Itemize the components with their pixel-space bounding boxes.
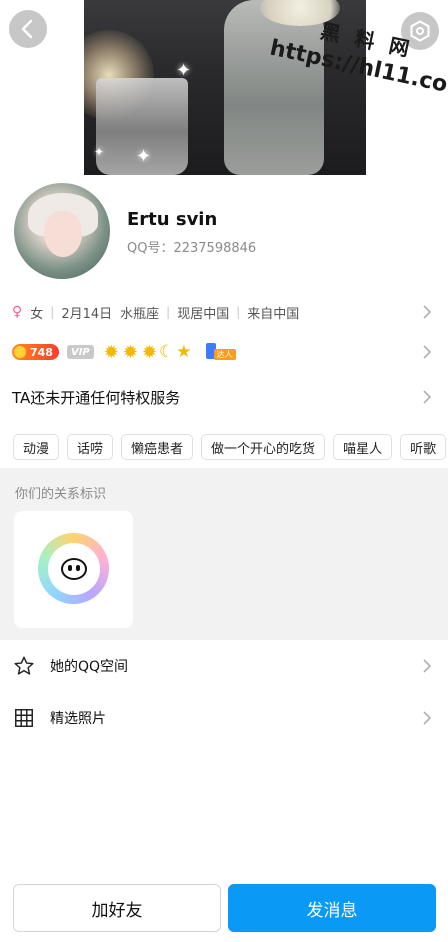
talent-tag: 达人 [213,349,236,360]
basic-info-row[interactable]: ♀ 女 | 2月14日 水瓶座 | 现居中国 | 来自中国 [0,300,448,324]
divider: | [50,305,55,319]
female-icon: ♀ [12,304,23,320]
relation-badge-inner [47,542,100,595]
glass-bottle [224,0,324,175]
chevron-left-icon [21,19,33,39]
smiley-icon [60,557,87,580]
avatar[interactable] [14,183,110,279]
hometown-text: 来自中国 [247,306,300,322]
chevron-right-icon [423,711,432,725]
sun-icon: ✹ [141,341,158,363]
send-message-button[interactable]: 发消息 [228,884,436,932]
vip-badge: VIP [66,345,94,359]
divider: | [166,305,171,319]
zodiac-text: 水瓶座 [120,306,160,322]
relation-title: 你们的关系标识 [15,487,107,502]
interest-tags: 动漫 话唠 懒癌患者 做一个开心的吃货 喵星人 听歌 [13,434,447,460]
divider: | [236,305,241,319]
chevron-right-icon [423,659,432,673]
nickname: Ertu svin [127,209,218,230]
location-text: 现居中国 [177,306,230,322]
add-friend-button[interactable]: 加好友 [13,884,221,932]
privilege-text: TA还未开通任何特权服务 [12,388,181,407]
qzone-menu-item[interactable]: 她的QQ空间 [0,641,448,691]
photos-menu-item[interactable]: 精选照片 [0,693,448,743]
chevron-right-icon [423,390,432,404]
more-options-button[interactable] [401,12,439,50]
qq-number: QQ号：2237598846 [127,241,257,256]
sun-icon: ✹ [103,341,119,363]
level-badge: 748 [12,344,59,360]
gender-text: 女 [30,306,44,322]
tag-chip[interactable]: 喵星人 [333,434,393,460]
hexagon-icon [410,20,430,42]
sparkle-icon: ✦ [136,146,152,167]
grid-icon [15,709,33,727]
sparkle-icon: ✦ [94,145,105,159]
star-icon: ★ [176,342,192,362]
photos-label: 精选照片 [50,711,106,727]
tag-chip[interactable]: 懒癌患者 [121,434,194,460]
cover-photo[interactable]: ✦ ✦ ✦ [84,0,366,175]
sparkle-icon: ✦ [176,60,192,81]
avatar-face [44,211,82,257]
chevron-right-icon [423,345,432,359]
tag-chip[interactable]: 话唠 [67,434,114,460]
tag-chip[interactable]: 动漫 [13,434,60,460]
tag-chip[interactable]: 做一个开心的吃货 [201,434,326,460]
cover-area: ✦ ✦ ✦ [0,0,448,175]
bottom-action-bar: 加好友 发消息 [0,870,448,942]
relation-card[interactable] [14,511,133,628]
star-outline-icon [14,656,34,675]
relation-section: 你们的关系标识 [0,468,448,640]
moon-icon: ☾ [159,342,175,362]
privilege-row[interactable]: TA还未开通任何特权服务 [0,386,448,408]
chevron-right-icon [423,305,432,319]
qzone-label: 她的QQ空间 [50,659,129,675]
back-button[interactable] [9,10,47,48]
level-badges-row[interactable]: 748 VIP ✹ ✹ ✹ ☾ ★ 达人 [0,340,448,364]
sun-icon: ✹ [122,341,138,363]
tag-chip[interactable]: 听歌 [400,434,447,460]
birthday-text: 2月14日 [61,306,113,322]
coin-icon [14,346,26,358]
relation-badge-icon [38,533,109,604]
level-number: 748 [30,345,53,359]
talent-badge: 达人 [202,343,236,361]
